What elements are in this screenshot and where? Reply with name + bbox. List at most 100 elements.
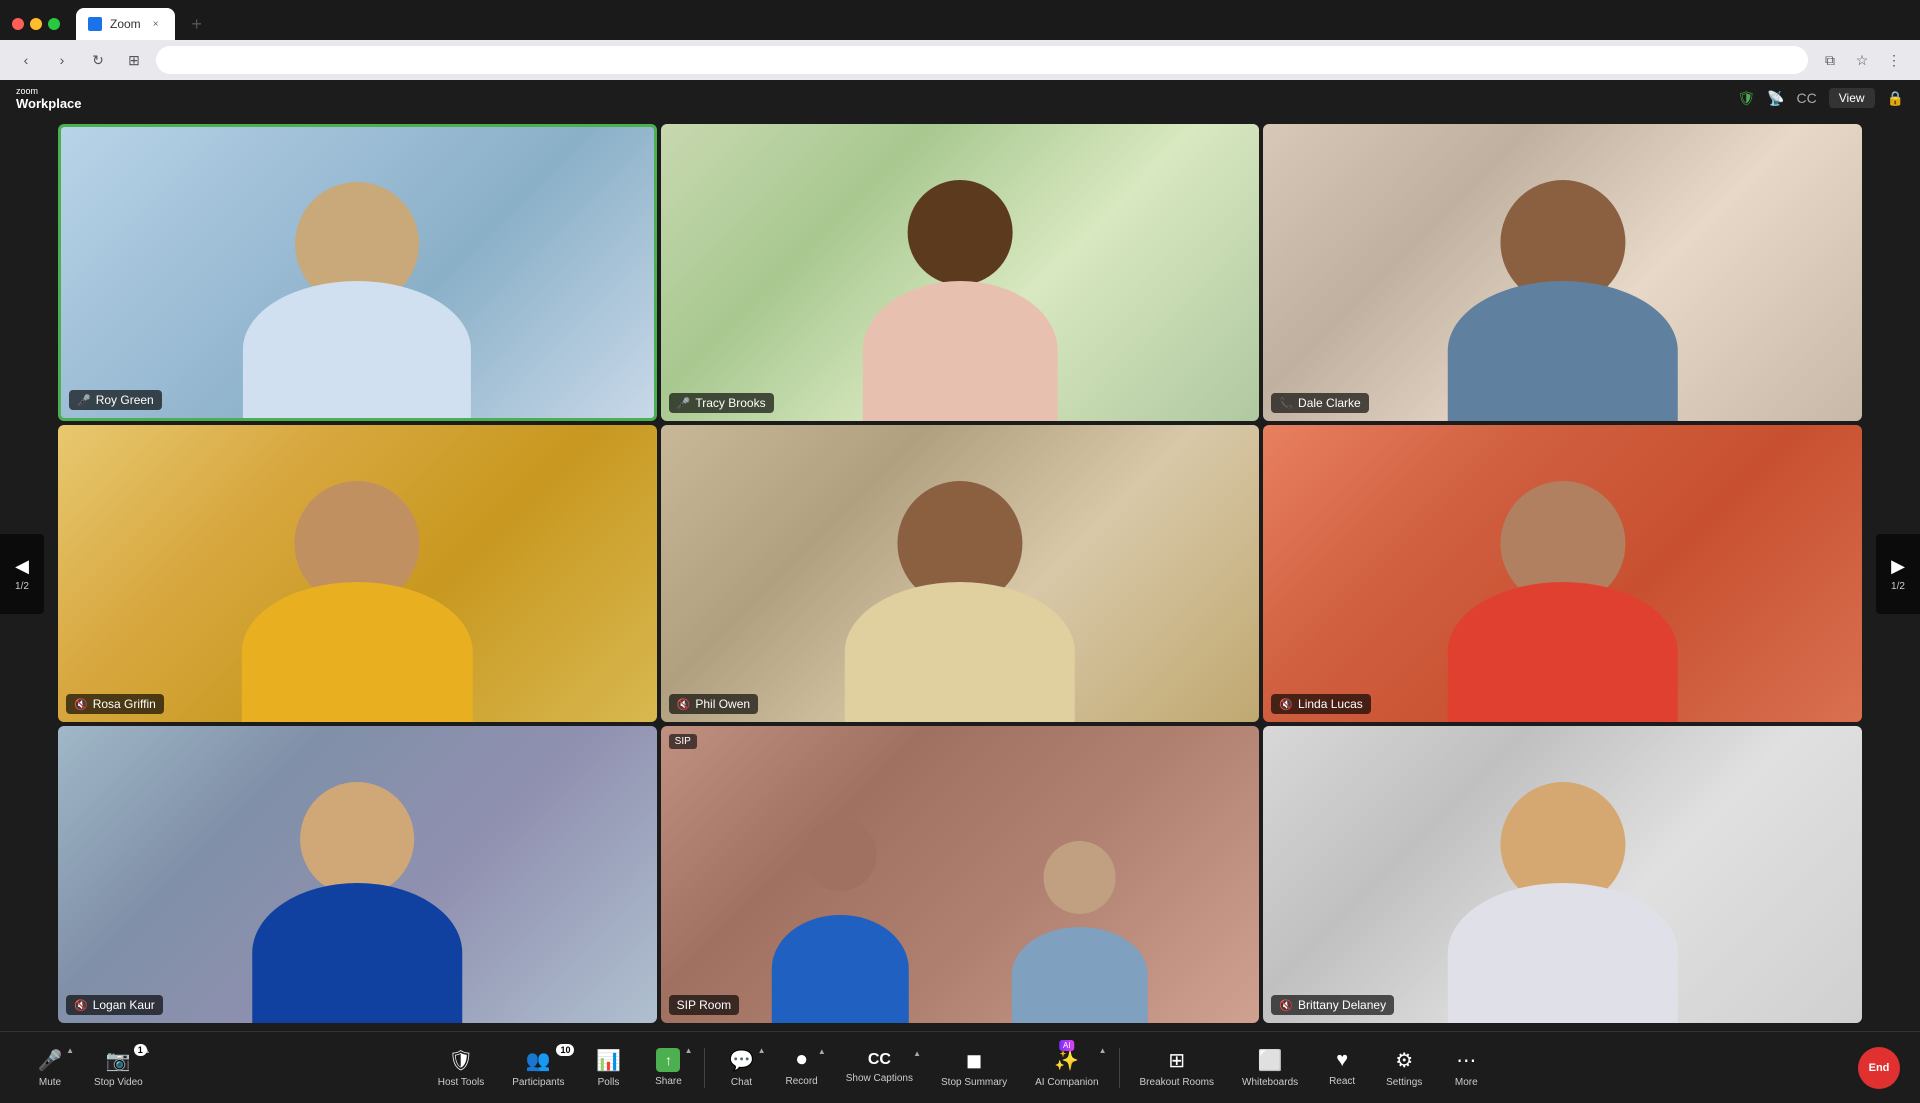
browser-toolbar-icons: ⧉ ☆ ⋮: [1816, 46, 1908, 74]
record-label: Record: [785, 1076, 817, 1087]
polls-icon: 📊: [596, 1048, 621, 1073]
phone-icon-dale-clarke: 📞: [1279, 397, 1293, 410]
show-captions-button[interactable]: ▲ CC Show Captions: [832, 1045, 927, 1090]
chat-chevron-icon: ▲: [758, 1046, 766, 1055]
muted-icon-logan-kaur: 🔇: [74, 999, 88, 1012]
stop-summary-label: Stop Summary: [941, 1077, 1007, 1088]
camera-icon: 📷: [106, 1048, 131, 1073]
video-tile-roy-green: 🎤 Roy Green: [58, 124, 657, 421]
video-tile-phil-owen: 🔇 Phil Owen: [661, 425, 1260, 722]
video-background-phil-owen: [661, 425, 1260, 722]
breakout-rooms-icon: ⊞: [1168, 1048, 1185, 1073]
refresh-button[interactable]: ↻: [84, 46, 112, 74]
name-tag-dale-clarke: 📞 Dale Clarke: [1271, 393, 1368, 413]
security-shield-icon: 🛡: [1737, 90, 1755, 107]
name-label-phil-owen: Phil Owen: [695, 697, 750, 711]
picture-in-picture-button[interactable]: ⧉: [1816, 46, 1844, 74]
record-button[interactable]: ▲ ⏺ Record: [771, 1043, 831, 1093]
zoom-logo-bottom: Workplace: [16, 96, 82, 111]
toolbar-left-section: ▲ 🎤 Mute ▲ 1 📷 Stop Video: [20, 1042, 157, 1094]
toolbar-separator-1: [704, 1048, 705, 1088]
minimize-window-button[interactable]: [30, 18, 42, 30]
show-captions-chevron-icon: ▲: [913, 1049, 921, 1058]
polls-button[interactable]: 📊 Polls: [578, 1042, 638, 1094]
left-page-indicator: 1/2: [15, 581, 29, 592]
zoom-logo-top: zoom: [16, 86, 82, 96]
share-chevron-icon: ▲: [685, 1046, 693, 1055]
settings-label: Settings: [1386, 1077, 1422, 1088]
more-icon: ⋯: [1456, 1048, 1476, 1073]
chat-label: Chat: [731, 1077, 752, 1088]
tabs-button[interactable]: ⊞: [120, 46, 148, 74]
video-background-roy-green: [61, 127, 654, 418]
browser-chrome: Zoom × + ‹ › ↻ ⊞ ⧉ ☆ ⋮: [0, 0, 1920, 80]
chat-icon: 💬: [729, 1048, 754, 1073]
stop-video-button[interactable]: ▲ 1 📷 Stop Video: [80, 1042, 157, 1094]
mic-icon-roy-green: 🎤: [77, 394, 91, 407]
stop-summary-button[interactable]: ◼ Stop Summary: [927, 1042, 1021, 1094]
participants-button[interactable]: 10 👥 Participants: [498, 1042, 578, 1094]
new-tab-button[interactable]: +: [183, 10, 211, 38]
forward-button[interactable]: ›: [48, 46, 76, 74]
video-tile-rosa-griffin: 🔇 Rosa Griffin: [58, 425, 657, 722]
left-arrow-icon: ◀: [15, 556, 29, 577]
record-icon: ⏺: [797, 1049, 807, 1072]
muted-icon-linda-lucas: 🔇: [1279, 698, 1293, 711]
host-tools-button[interactable]: 🛡 Host Tools: [424, 1042, 499, 1094]
settings-button[interactable]: ⚙ Settings: [1372, 1042, 1436, 1094]
view-button[interactable]: View: [1829, 88, 1875, 108]
chat-button[interactable]: ▲ 💬 Chat: [711, 1042, 771, 1094]
tab-title: Zoom: [110, 17, 141, 31]
more-label: More: [1455, 1077, 1478, 1088]
react-button[interactable]: ♥ React: [1312, 1043, 1372, 1093]
breakout-rooms-button[interactable]: ⊞ Breakout Rooms: [1126, 1042, 1228, 1094]
zoom-toolbar: ▲ 🎤 Mute ▲ 1 📷 Stop Video 🛡 Host Tools 1…: [0, 1031, 1920, 1103]
participants-label: Participants: [512, 1077, 564, 1088]
whiteboards-button[interactable]: ⬜ Whiteboards: [1228, 1042, 1312, 1094]
video-tile-sip-room: SIP SIP Room: [661, 726, 1260, 1023]
stop-summary-icon: ◼: [966, 1048, 983, 1073]
bookmark-button[interactable]: ☆: [1848, 46, 1876, 74]
mute-chevron-icon: ▲: [66, 1046, 74, 1055]
share-button[interactable]: ▲ ↑ Share: [638, 1042, 698, 1093]
ai-companion-button[interactable]: ▲ AI ✨ AI Companion: [1021, 1042, 1112, 1094]
tab-close-button[interactable]: ×: [149, 17, 163, 31]
end-button[interactable]: End: [1858, 1047, 1900, 1089]
name-tag-linda-lucas: 🔇 Linda Lucas: [1271, 694, 1370, 714]
lock-icon: 🔒: [1887, 90, 1904, 107]
toolbar-separator-2: [1119, 1048, 1120, 1088]
name-tag-rosa-griffin: 🔇 Rosa Griffin: [66, 694, 164, 714]
captions-icon: CC: [868, 1051, 891, 1069]
browser-menu-button[interactable]: ⋮: [1880, 46, 1908, 74]
whiteboards-label: Whiteboards: [1242, 1077, 1298, 1088]
name-label-brittany-delaney: Brittany Delaney: [1298, 998, 1386, 1012]
share-icon: ↑: [656, 1048, 680, 1072]
name-label-sip-room: SIP Room: [677, 998, 731, 1012]
settings-icon: ⚙: [1395, 1048, 1413, 1073]
video-tile-dale-clarke: 📞 Dale Clarke: [1263, 124, 1862, 421]
video-tile-brittany-delaney: 🔇 Brittany Delaney: [1263, 726, 1862, 1023]
ai-companion-icon: ✨: [1054, 1048, 1079, 1073]
more-button[interactable]: ⋯ More: [1436, 1042, 1496, 1094]
close-window-button[interactable]: [12, 18, 24, 30]
video-background-tracy-brooks: [661, 124, 1260, 421]
name-tag-phil-owen: 🔇 Phil Owen: [669, 694, 758, 714]
mute-button[interactable]: ▲ 🎤 Mute: [20, 1042, 80, 1094]
breakout-rooms-label: Breakout Rooms: [1140, 1077, 1214, 1088]
show-captions-label: Show Captions: [846, 1073, 913, 1084]
stop-video-label: Stop Video: [94, 1077, 143, 1088]
back-button[interactable]: ‹: [12, 46, 40, 74]
browser-tab-zoom[interactable]: Zoom ×: [76, 8, 175, 40]
video-background-linda-lucas: [1263, 425, 1862, 722]
address-bar[interactable]: [156, 46, 1808, 74]
nav-prev-button[interactable]: ◀ 1/2: [0, 534, 44, 614]
name-label-linda-lucas: Linda Lucas: [1298, 697, 1363, 711]
react-icon: ♥: [1336, 1049, 1348, 1072]
name-tag-sip-room: SIP Room: [669, 995, 739, 1015]
ai-companion-label: AI Companion: [1035, 1077, 1098, 1088]
nav-next-button[interactable]: ▶ 1/2: [1876, 534, 1920, 614]
tab-bar: Zoom × +: [0, 0, 1920, 40]
fullscreen-window-button[interactable]: [48, 18, 60, 30]
zoom-app: zoom Workplace 🛡 📡 CC View 🔒 ◀ 1/2: [0, 80, 1920, 1103]
name-label-dale-clarke: Dale Clarke: [1298, 396, 1361, 410]
